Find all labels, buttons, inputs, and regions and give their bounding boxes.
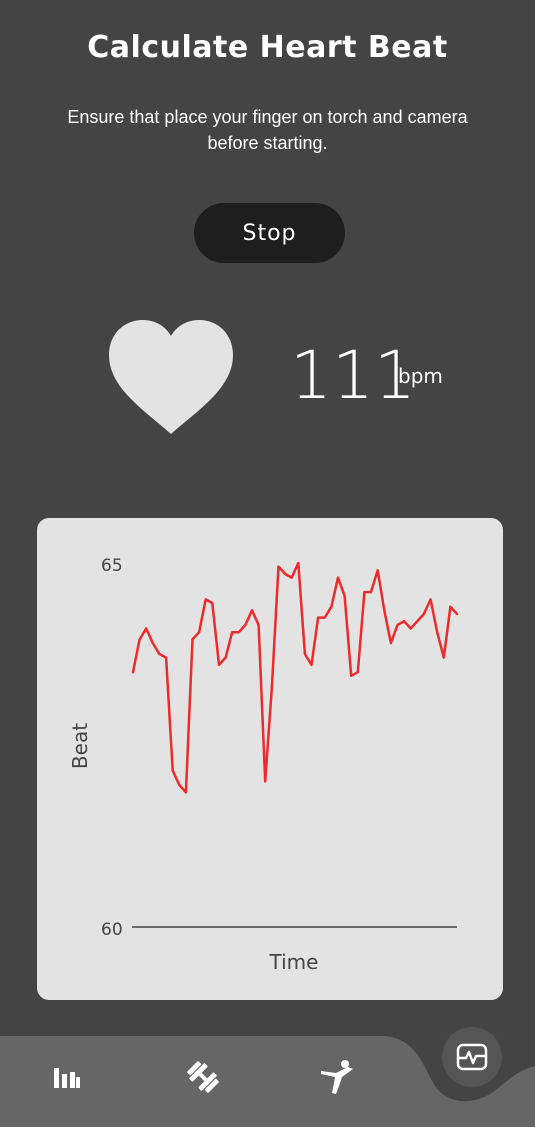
dumbbell-icon [187,1061,219,1093]
nav-stats-button[interactable] [52,1064,82,1092]
nav-heart-rate-button[interactable] [442,1027,502,1087]
heart-beat-chart: 65 60 Time Beat [37,518,503,1000]
y-tick-label: 60 [101,920,123,940]
y-axis-label: Beat [68,723,92,769]
nav-workout-button[interactable] [186,1060,220,1094]
beat-series-line [131,561,459,794]
page-title: Calculate Heart Beat [87,30,448,65]
heart-icon [109,320,233,434]
bar-chart-icon [54,1068,80,1088]
bottom-navigation [0,1027,535,1127]
chart-plot: 65 60 Time Beat [68,556,459,974]
nav-yoga-button[interactable] [318,1058,356,1096]
instruction-text: Ensure that place your finger on torch a… [67,107,468,153]
yoga-pose-icon [321,1060,353,1094]
stop-button[interactable]: Stop [194,203,345,263]
y-tick-label: 65 [101,556,123,576]
pulse-monitor-icon [456,1043,488,1071]
bpm-unit: bpm [398,364,443,388]
x-axis-label: Time [269,950,319,974]
